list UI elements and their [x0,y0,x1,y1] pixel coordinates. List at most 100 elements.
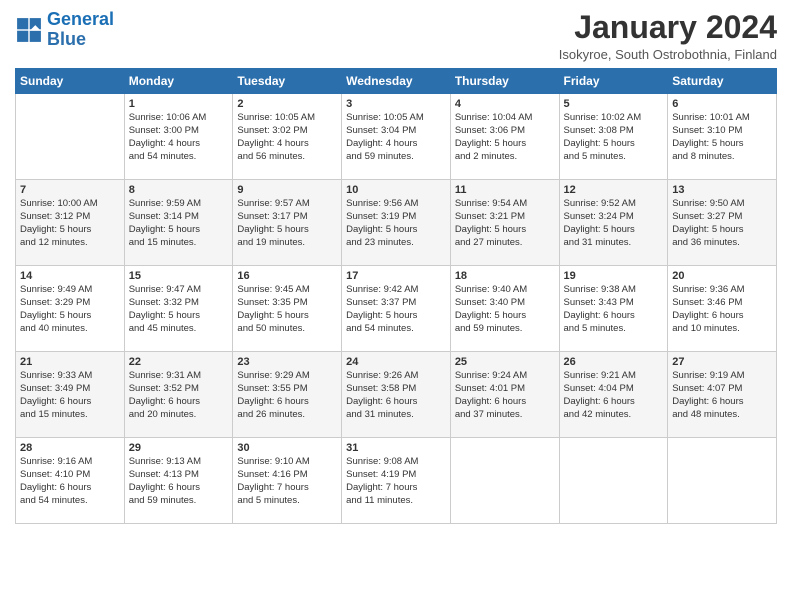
day-number: 9 [237,184,337,196]
day-number: 12 [564,184,664,196]
cell-1-6: 5Sunrise: 10:02 AMSunset: 3:08 PMDayligh… [559,94,668,180]
cell-1-5: 4 Sunrise: 10:04 AMSunset: 3:06 PMDayligh… [450,94,559,180]
day-header-thursday: Thursday [450,69,559,94]
day-number: 1 [129,98,229,110]
day-number: 29 [129,442,229,454]
cell-4-7: 27 Sunrise: 9:19 AMSunset: 4:07 PMDayligh… [668,352,777,438]
day-number: 30 [237,442,337,454]
day-number: 15 [129,270,229,282]
day-header-wednesday: Wednesday [342,69,451,94]
day-number: 8 [129,184,229,196]
cell-1-2: 1 Sunrise: 10:06 AMSunset: 3:00 PMDayligh… [124,94,233,180]
cell-info: Sunrise: 10:01 AMSunset: 3:10 PMDaylight… [672,112,772,163]
day-header-saturday: Saturday [668,69,777,94]
cell-info: Sunrise: 9:29 AMSunset: 3:55 PMDaylight:… [237,370,337,421]
week-row-5: 28Sunrise: 9:16 AMSunset: 4:10 PMDayligh… [16,438,777,524]
day-number: 21 [20,356,120,368]
cell-2-2: 8Sunrise: 9:59 AMSunset: 3:14 PMDaylight… [124,180,233,266]
cell-info: Sunrise: 9:49 AMSunset: 3:29 PMDaylight:… [20,284,120,335]
cell-info: Sunrise: 9:36 AMSunset: 3:46 PMDaylight:… [672,284,772,335]
day-number: 19 [564,270,664,282]
logo-general: General [47,9,114,29]
day-number: 10 [346,184,446,196]
cell-3-6: 19 Sunrise: 9:38 AMSunset: 3:43 PMDayligh… [559,266,668,352]
cell-5-5 [450,438,559,524]
cell-2-7: 13 Sunrise: 9:50 AMSunset: 3:27 PMDayligh… [668,180,777,266]
week-row-4: 21Sunrise: 9:33 AMSunset: 3:49 PMDayligh… [16,352,777,438]
cell-3-7: 20Sunrise: 9:36 AMSunset: 3:46 PMDayligh… [668,266,777,352]
cell-info: Sunrise: 9:50 AMSunset: 3:27 PMDaylight:… [672,198,772,249]
calendar-table: SundayMondayTuesdayWednesdayThursdayFrid… [15,68,777,524]
cell-info: Sunrise: 9:24 AMSunset: 4:01 PMDaylight:… [455,370,555,421]
cell-info: Sunrise: 9:31 AMSunset: 3:52 PMDaylight:… [129,370,229,421]
logo-blue: Blue [47,29,86,49]
cell-2-5: 11 Sunrise: 9:54 AMSunset: 3:21 PMDayligh… [450,180,559,266]
cell-info: Sunrise: 9:19 AMSunset: 4:07 PMDaylight:… [672,370,772,421]
day-header-monday: Monday [124,69,233,94]
cell-info: Sunrise: 9:40 AMSunset: 3:40 PMDaylight:… [455,284,555,335]
cell-3-2: 15Sunrise: 9:47 AMSunset: 3:32 PMDayligh… [124,266,233,352]
day-header-friday: Friday [559,69,668,94]
day-number: 17 [346,270,446,282]
cell-info: Sunrise: 9:10 AMSunset: 4:16 PMDaylight:… [237,456,337,507]
cell-4-5: 25 Sunrise: 9:24 AMSunset: 4:01 PMDayligh… [450,352,559,438]
cell-3-1: 14 Sunrise: 9:49 AMSunset: 3:29 PMDayligh… [16,266,125,352]
page: General Blue January 2024 Isokyroe, Sout… [0,0,792,612]
cell-info: Sunrise: 10:00 AMSunset: 3:12 PMDaylight… [20,198,120,249]
cell-1-7: 6 Sunrise: 10:01 AMSunset: 3:10 PMDayligh… [668,94,777,180]
week-row-3: 14 Sunrise: 9:49 AMSunset: 3:29 PMDayligh… [16,266,777,352]
cell-info: Sunrise: 9:13 AMSunset: 4:13 PMDaylight:… [129,456,229,507]
cell-2-3: 9Sunrise: 9:57 AMSunset: 3:17 PMDaylight… [233,180,342,266]
day-number: 6 [672,98,772,110]
cell-1-1 [16,94,125,180]
cell-5-6 [559,438,668,524]
cell-info: Sunrise: 9:08 AMSunset: 4:19 PMDaylight:… [346,456,446,507]
day-header-tuesday: Tuesday [233,69,342,94]
cell-info: Sunrise: 9:52 AMSunset: 3:24 PMDaylight:… [564,198,664,249]
cell-1-3: 2Sunrise: 10:05 AMSunset: 3:02 PMDayligh… [233,94,342,180]
day-number: 14 [20,270,120,282]
month-title: January 2024 [559,10,777,45]
cell-info: Sunrise: 9:45 AMSunset: 3:35 PMDaylight:… [237,284,337,335]
cell-5-1: 28Sunrise: 9:16 AMSunset: 4:10 PMDayligh… [16,438,125,524]
location: Isokyroe, South Ostrobothnia, Finland [559,47,777,62]
cell-info: Sunrise: 9:38 AMSunset: 3:43 PMDaylight:… [564,284,664,335]
header-row: SundayMondayTuesdayWednesdayThursdayFrid… [16,69,777,94]
day-number: 13 [672,184,772,196]
cell-1-4: 3 Sunrise: 10:05 AMSunset: 3:04 PMDayligh… [342,94,451,180]
cell-4-3: 23 Sunrise: 9:29 AMSunset: 3:55 PMDayligh… [233,352,342,438]
day-number: 23 [237,356,337,368]
title-area: January 2024 Isokyroe, South Ostrobothni… [559,10,777,62]
cell-3-4: 17Sunrise: 9:42 AMSunset: 3:37 PMDayligh… [342,266,451,352]
day-number: 22 [129,356,229,368]
day-number: 16 [237,270,337,282]
logo-text: General Blue [47,10,114,50]
cell-info: Sunrise: 10:04 AMSunset: 3:06 PMDaylight… [455,112,555,163]
week-row-1: 1 Sunrise: 10:06 AMSunset: 3:00 PMDayligh… [16,94,777,180]
cell-2-4: 10Sunrise: 9:56 AMSunset: 3:19 PMDayligh… [342,180,451,266]
logo-icon [15,16,43,44]
cell-info: Sunrise: 10:05 AMSunset: 3:02 PMDaylight… [237,112,337,163]
day-number: 5 [564,98,664,110]
header: General Blue January 2024 Isokyroe, Sout… [15,10,777,62]
day-number: 4 [455,98,555,110]
day-number: 26 [564,356,664,368]
cell-info: Sunrise: 9:21 AMSunset: 4:04 PMDaylight:… [564,370,664,421]
week-row-2: 7Sunrise: 10:00 AMSunset: 3:12 PMDayligh… [16,180,777,266]
cell-info: Sunrise: 10:06 AMSunset: 3:00 PMDaylight… [129,112,229,163]
day-number: 31 [346,442,446,454]
cell-5-3: 30 Sunrise: 9:10 AMSunset: 4:16 PMDayligh… [233,438,342,524]
day-number: 25 [455,356,555,368]
cell-5-4: 31 Sunrise: 9:08 AMSunset: 4:19 PMDayligh… [342,438,451,524]
cell-2-1: 7Sunrise: 10:00 AMSunset: 3:12 PMDayligh… [16,180,125,266]
day-number: 27 [672,356,772,368]
cell-info: Sunrise: 9:54 AMSunset: 3:21 PMDaylight:… [455,198,555,249]
day-number: 11 [455,184,555,196]
day-number: 18 [455,270,555,282]
day-number: 3 [346,98,446,110]
cell-4-6: 26 Sunrise: 9:21 AMSunset: 4:04 PMDayligh… [559,352,668,438]
cell-4-2: 22 Sunrise: 9:31 AMSunset: 3:52 PMDayligh… [124,352,233,438]
cell-info: Sunrise: 10:05 AMSunset: 3:04 PMDaylight… [346,112,446,163]
cell-4-4: 24Sunrise: 9:26 AMSunset: 3:58 PMDayligh… [342,352,451,438]
cell-info: Sunrise: 9:26 AMSunset: 3:58 PMDaylight:… [346,370,446,421]
